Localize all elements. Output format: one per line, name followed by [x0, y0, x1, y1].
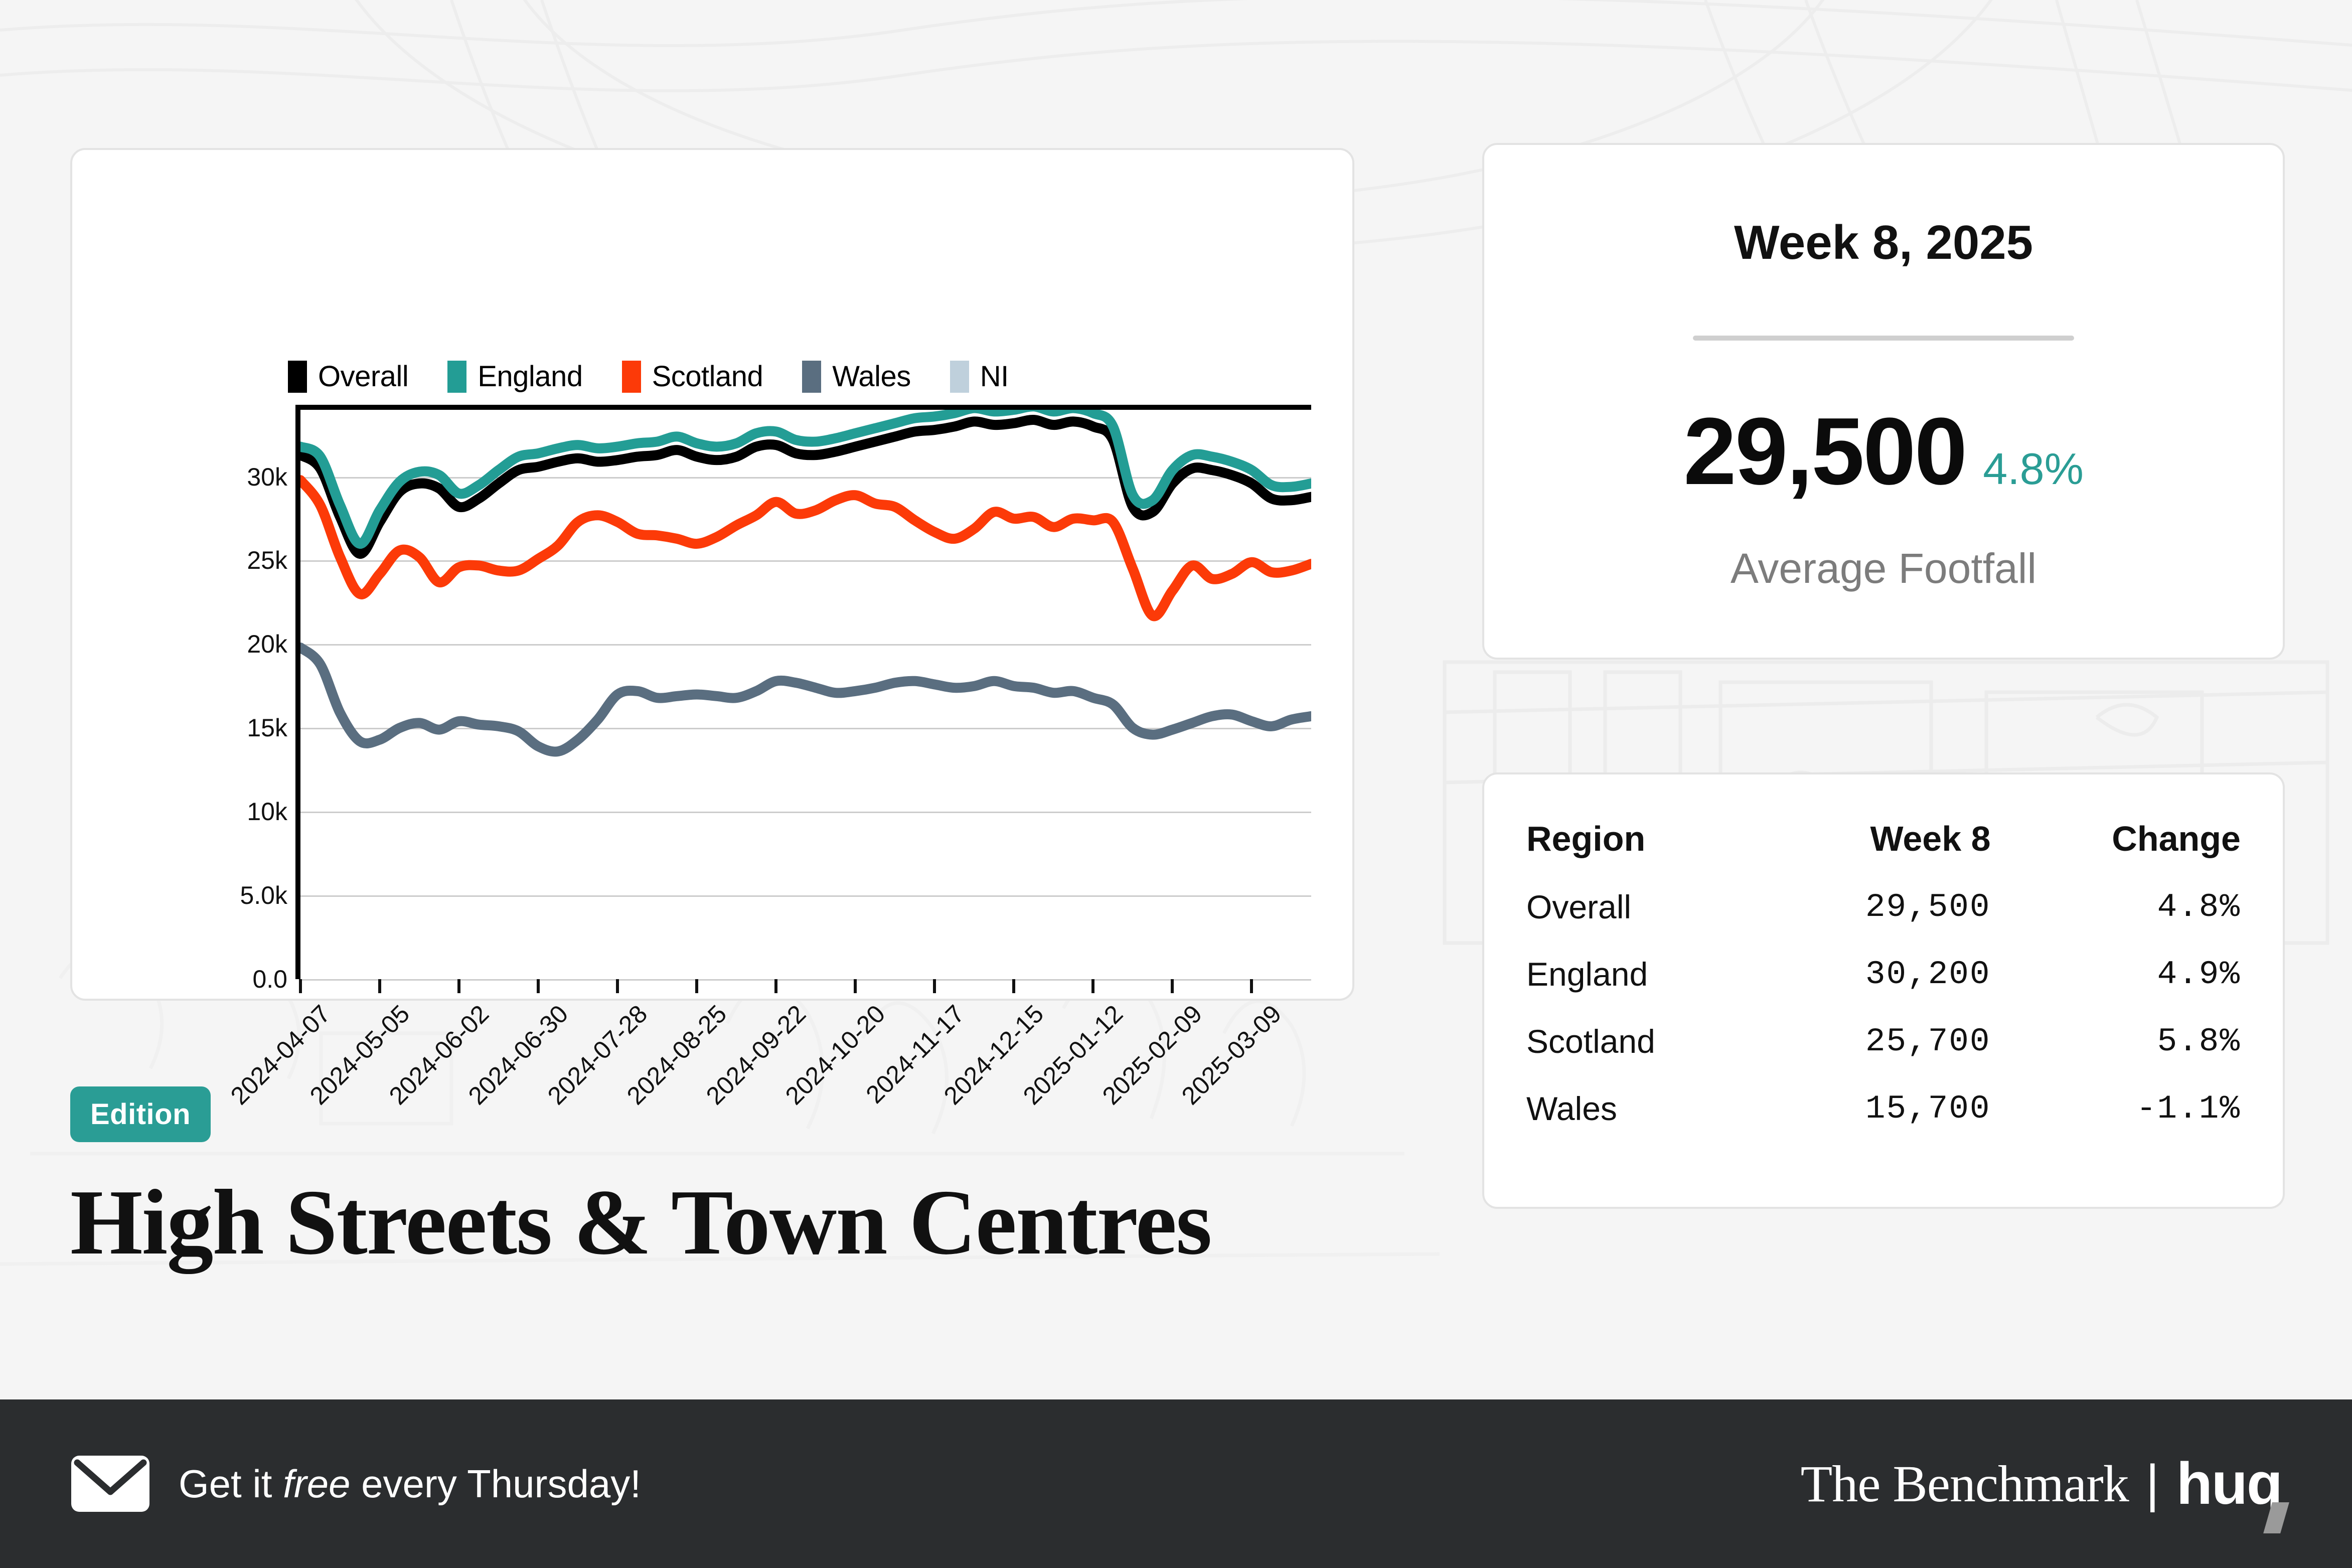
cell-region: Overall: [1526, 888, 1632, 925]
series-line-england: [300, 410, 1311, 549]
kpi-value: 29,500: [1683, 398, 1967, 505]
brand-huq-logo: huq: [2176, 1454, 2289, 1533]
envelope-icon: [71, 1456, 149, 1512]
table-header-region: Region: [1526, 819, 1646, 858]
x-tick-mark: [933, 979, 936, 993]
legend-label-wales: Wales: [832, 360, 911, 393]
x-tick-mark: [695, 979, 699, 993]
legend-swatch-scotland-icon: [621, 360, 641, 393]
x-tick-mark: [1171, 979, 1174, 993]
chart-legend: Overall England Scotland Wales NI: [288, 360, 1009, 393]
table-header-change: Change: [2112, 819, 2241, 858]
x-tick-mark: [1012, 979, 1016, 993]
poster-content: Overall England Scotland Wales NI 0.0 5.…: [0, 0, 2352, 1399]
cell-change: 4.8%: [2157, 888, 2241, 926]
table-row: Overall 29,500 4.8%: [1484, 888, 2283, 955]
x-tick-mark: [1250, 979, 1253, 993]
brand-benchmark-label: The Benchmark: [1800, 1455, 2129, 1513]
cell-region: Scotland: [1526, 1023, 1655, 1060]
edition-badge[interactable]: Edition: [70, 1086, 211, 1142]
top-spine: [295, 405, 1311, 410]
chart-plot: 0.0 5.0k 10k 15k 20k 25k 30k 2024-04-07 2024-05…: [225, 405, 1311, 1110]
x-tick-mark: [378, 979, 382, 993]
table-header-week8: Week 8: [1870, 819, 1991, 858]
poster-root: Overall England Scotland Wales NI 0.0 5.…: [0, 0, 2352, 1568]
legend-swatch-england-icon: [447, 360, 467, 393]
legend-item-scotland[interactable]: Scotland: [621, 360, 763, 393]
cell-region: Wales: [1526, 1090, 1617, 1127]
footer-branding: The Benchmark | huq: [1800, 1454, 2289, 1533]
legend-label-england: England: [478, 360, 583, 393]
kpi-card: Week 8, 2025 29,500 4.8% Average Footfal…: [1482, 143, 2285, 660]
cell-week8: 30,200: [1865, 955, 1991, 993]
legend-swatch-ni-icon: [950, 360, 969, 393]
region-table-head: Region Week 8 Change: [1484, 819, 2283, 888]
legend-swatch-wales-icon: [802, 360, 822, 393]
legend-item-wales[interactable]: Wales: [802, 360, 911, 393]
footer-cta-text: Get it free every Thursday!: [179, 1461, 641, 1507]
x-tick-mark: [299, 979, 302, 993]
footfall-chart-card: Overall England Scotland Wales NI 0.0 5.…: [70, 148, 1354, 1110]
cell-week8: 15,700: [1865, 1089, 1991, 1128]
x-tick-mark: [1091, 979, 1095, 993]
gridline: [300, 979, 1311, 981]
kpi-divider: [1693, 336, 2074, 341]
y-tick-label: 20k: [247, 630, 287, 659]
legend-label-overall: Overall: [318, 360, 409, 393]
table-row: England 30,200 4.9%: [1484, 955, 2283, 1022]
y-tick-label: 0.0: [252, 965, 287, 993]
table-header-row: Region Week 8 Change: [1484, 819, 2283, 888]
brand-separator: |: [2145, 1454, 2159, 1513]
legend-item-ni[interactable]: NI: [950, 360, 1009, 393]
footer-cta-pre: Get it: [179, 1461, 283, 1506]
y-tick-label: 25k: [247, 546, 287, 575]
footer-cta-post: every Thursday!: [350, 1461, 641, 1506]
cell-change: 5.8%: [2157, 1022, 2241, 1060]
y-tick-label: 10k: [247, 798, 287, 826]
region-table-card: Region Week 8 Change Overall 29,500 4.8% En…: [1482, 772, 2285, 1209]
legend-label-ni: NI: [980, 360, 1009, 393]
footer-cta[interactable]: Get it free every Thursday!: [70, 1455, 641, 1513]
chart-series-lines: [300, 410, 1311, 757]
footer-cta-emphasis: free: [283, 1461, 351, 1506]
kpi-caption: Average Footfall: [1730, 545, 2037, 592]
y-tick-label: 5.0k: [240, 881, 287, 910]
x-tick-mark: [774, 979, 778, 993]
x-tick-mark: [616, 979, 619, 993]
legend-label-scotland: Scotland: [652, 360, 763, 393]
legend-item-england[interactable]: England: [447, 360, 583, 393]
legend-item-overall[interactable]: Overall: [288, 360, 409, 393]
cell-change: 4.9%: [2157, 955, 2241, 993]
cell-week8: 29,500: [1865, 888, 1991, 926]
region-table: Region Week 8 Change Overall 29,500 4.8% En…: [1484, 819, 2283, 1157]
x-tick-mark: [854, 979, 857, 993]
chart-area: Overall England Scotland Wales NI 0.0 5.…: [72, 150, 1352, 1110]
y-tick-label: 15k: [247, 714, 287, 742]
cell-week8: 25,700: [1865, 1022, 1991, 1060]
cell-region: England: [1526, 956, 1648, 993]
brand-huq-label: huq: [2176, 1451, 2283, 1517]
kpi-value-row: 29,500 4.8%: [1484, 397, 2283, 506]
kpi-delta-badge: 4.8%: [1983, 444, 2084, 494]
page-title: High Streets & Town Centres: [70, 1171, 1212, 1274]
table-row: Wales 15,700 -1.1%: [1484, 1089, 2283, 1157]
region-table-body: Overall 29,500 4.8% England 30,200 4.9% Scotla…: [1484, 888, 2283, 1157]
cell-change: -1.1%: [2136, 1089, 2241, 1128]
legend-swatch-overall-icon: [288, 360, 307, 393]
x-tick-mark: [537, 979, 540, 993]
y-tick-label: 30k: [247, 462, 287, 491]
footer-bar: Get it free every Thursday! The Benchmar…: [0, 1399, 2352, 1568]
kpi-period-label: Week 8, 2025: [1734, 216, 2033, 269]
x-tick-mark: [457, 979, 461, 993]
table-row: Scotland 25,700 5.8%: [1484, 1022, 2283, 1089]
series-line-wales: [300, 643, 1311, 757]
